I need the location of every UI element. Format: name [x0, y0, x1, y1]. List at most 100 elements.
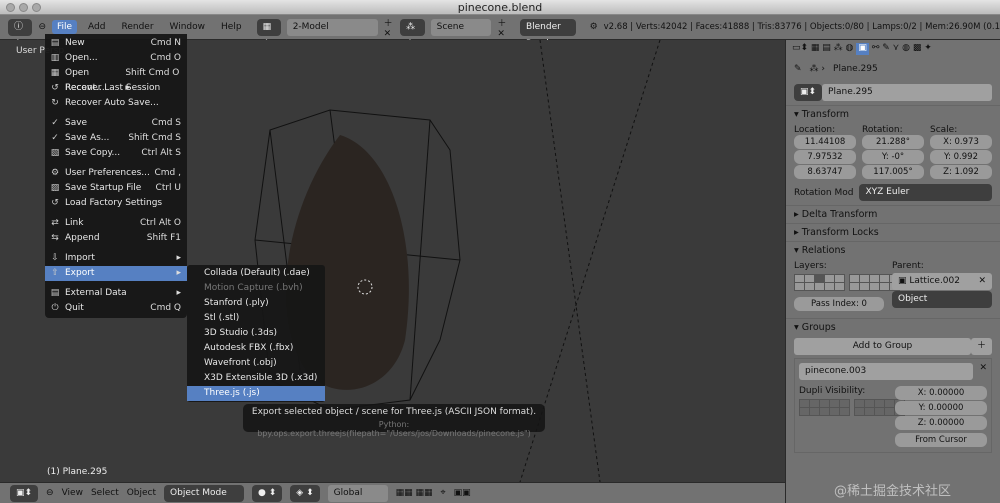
parent-field[interactable]: ▣ Lattice.002 ✕: [892, 273, 992, 290]
export_menu-item[interactable]: Collada (Default) (.dae): [187, 266, 325, 281]
screen-layout-field[interactable]: 2-Model: [286, 18, 378, 36]
dupli-offset-x[interactable]: X: 0.00000: [895, 386, 987, 400]
orientation-select[interactable]: Global: [327, 484, 388, 502]
editor-type-button[interactable]: ⓘ ⬍: [8, 18, 33, 49]
remove-group-icon[interactable]: ✕: [979, 363, 987, 380]
window-controls[interactable]: [6, 3, 41, 12]
export_menu-item[interactable]: Stl (.stl): [187, 311, 325, 326]
dupli-offset-y[interactable]: Y: 0.00000: [895, 401, 987, 415]
export_menu-item[interactable]: Stanford (.ply): [187, 296, 325, 311]
menu-view[interactable]: View: [62, 488, 83, 498]
menu-render[interactable]: Render: [116, 20, 158, 34]
file_menu-item[interactable]: ⚙ User Preferences... Cmd ,: [45, 166, 187, 181]
from-cursor-button[interactable]: From Cursor: [895, 433, 987, 447]
editor-type-button[interactable]: ▣⬍: [10, 484, 39, 502]
file_menu-item[interactable]: ⏻ Quit Cmd Q: [45, 301, 187, 316]
delta-transform-header[interactable]: ▸ Delta Transform: [786, 205, 1000, 223]
object-icon[interactable]: ▣⬍: [794, 84, 823, 101]
add-scene-button[interactable]: ＋✕: [497, 16, 508, 39]
location-z[interactable]: 8.63747: [794, 165, 856, 179]
file_menu-item[interactable]: ⇧ Export ▸: [45, 266, 187, 281]
file_menu-item[interactable]: ▤ External Data ▸: [45, 286, 187, 301]
scene-field[interactable]: Scene: [430, 18, 492, 36]
mode-select[interactable]: Object Mode: [164, 484, 245, 502]
pivot-select[interactable]: ◈ ⬍: [290, 484, 320, 502]
file_menu-item[interactable]: ↺ Load Factory Settings: [45, 196, 187, 211]
add-group-icon[interactable]: ＋: [970, 338, 992, 355]
groups-header[interactable]: ▾ Groups: [786, 318, 1000, 336]
add-to-group-button[interactable]: Add to Group: [794, 338, 971, 355]
menu-item-label: Save Copy...: [65, 148, 121, 158]
breadcrumb: ✎ ⁂ › Plane.295: [794, 64, 878, 74]
menu-item-label: Open...: [65, 53, 98, 63]
export_menu-item[interactable]: 3D Studio (.3ds): [187, 326, 325, 341]
add-screen-button[interactable]: ＋✕: [384, 16, 395, 39]
file_menu-item[interactable]: ↺ Recover Last Session: [45, 81, 187, 96]
transform-panel-header[interactable]: ▾ Transform: [786, 105, 1000, 123]
snap-icon[interactable]: ⌖: [441, 488, 446, 498]
menu-window[interactable]: Window: [165, 20, 211, 34]
menu-item-icon: ⇆: [51, 233, 59, 243]
render-engine-select[interactable]: Blender Render: [519, 18, 576, 49]
file_menu-item[interactable]: ⇩ Import ▸: [45, 251, 187, 266]
file_menu-item[interactable]: ▧ Save Copy... Ctrl Alt S: [45, 146, 187, 161]
relations-header[interactable]: ▾ Relations: [786, 241, 1000, 259]
rotation-mode-select[interactable]: XYZ Euler: [859, 184, 992, 201]
file_menu-item[interactable]: ▤ New Cmd N: [45, 36, 187, 51]
scale-label: Scale:: [930, 125, 958, 135]
dupli-layers-grid[interactable]: [799, 399, 905, 416]
menu-help[interactable]: Help: [216, 20, 247, 34]
group-name-field[interactable]: pinecone.003: [799, 363, 974, 380]
shading-select[interactable]: ● ⬍: [252, 484, 283, 502]
screen-layout-icon[interactable]: ▦ ⬍: [256, 18, 281, 49]
file_menu-item[interactable]: ✓ Save As... Shift Cmd S: [45, 131, 187, 146]
export_menu-item[interactable]: Autodesk FBX (.fbx): [187, 341, 325, 356]
dupli-offset-z[interactable]: Z: 0.00000: [895, 416, 987, 430]
stats-text: v2.68 | Verts:42042 | Faces:41888 | Tris…: [603, 22, 1000, 32]
file_menu-item[interactable]: ↻ Recover Auto Save...: [45, 96, 187, 111]
object-name-field[interactable]: Plane.295: [822, 84, 992, 101]
scale-y[interactable]: Y: 0.992: [930, 150, 992, 164]
pass-index-field[interactable]: Pass Index: 0: [794, 297, 884, 311]
export_menu-item[interactable]: X3D Extensible 3D (.x3d): [187, 371, 325, 386]
menu-item-shortcut: Shift Cmd S: [128, 133, 181, 143]
menu-item-icon: ↻: [51, 98, 59, 108]
tooltip-text: Export selected object / scene for Three…: [251, 407, 537, 417]
rotation-z[interactable]: 117.005°: [862, 165, 924, 179]
scale-x[interactable]: X: 0.973: [930, 135, 992, 149]
collapse-icon[interactable]: ⊖: [38, 22, 46, 32]
pin-icon[interactable]: ✎: [794, 64, 802, 74]
menu-item-icon: ▧: [50, 148, 60, 158]
file_menu-item[interactable]: ✓ Save Cmd S: [45, 116, 187, 131]
layers-icon[interactable]: ▦▦ ▦▦: [396, 488, 433, 498]
layers-grid[interactable]: [794, 274, 900, 291]
menu-select[interactable]: Select: [91, 488, 119, 498]
file-menu: ▤ New Cmd N ▥ Open... Cmd O ▦ Open Recent... Shi…: [45, 34, 187, 318]
file_menu-item[interactable]: ⇄ Link Ctrl Alt O: [45, 216, 187, 231]
rotation-y[interactable]: Y: -0°: [862, 150, 924, 164]
location-y[interactable]: 7.97532: [794, 150, 856, 164]
render-icon[interactable]: ▣▣: [454, 488, 471, 498]
watermark: @稀土掘金技术社区: [834, 484, 952, 499]
scale-z[interactable]: Z: 1.092: [930, 165, 992, 179]
file_menu-item[interactable]: ⇆ Append Shift F1: [45, 231, 187, 246]
export_menu-item[interactable]: Three.js (.js): [187, 386, 325, 401]
menu-item-shortcut: Shift Cmd O ▸: [125, 68, 180, 93]
export_menu-item[interactable]: Wavefront (.obj): [187, 356, 325, 371]
rotation-x[interactable]: 21.288°: [862, 135, 924, 149]
scene-icon[interactable]: ⁂ ⬍: [400, 18, 425, 49]
properties-tabs[interactable]: ▭⬍ ▦ ▤ ⁂ ◍ ▣ ⚯ ✎ ⋎ ◍ ▩ ✦: [786, 40, 1000, 58]
export_menu-item[interactable]: Motion Capture (.bvh): [187, 281, 325, 296]
properties-panel: ▭⬍ ▦ ▤ ⁂ ◍ ▣ ⚯ ✎ ⋎ ◍ ▩ ✦ ✎ ⁂ › Plane.295 ▣…: [785, 40, 1000, 503]
menu-object[interactable]: Object: [127, 488, 156, 498]
menu-add[interactable]: Add: [83, 20, 110, 34]
file_menu-item[interactable]: ▦ Open Recent... Shift Cmd O ▸: [45, 66, 187, 93]
collapse-icon[interactable]: ⊖: [46, 488, 54, 498]
menu-file[interactable]: File: [51, 20, 78, 34]
menu-item-shortcut: Cmd Q: [150, 303, 181, 313]
file_menu-item[interactable]: ▥ Open... Cmd O: [45, 51, 187, 66]
transform-locks-header[interactable]: ▸ Transform Locks: [786, 223, 1000, 241]
location-x[interactable]: 11.44108: [794, 135, 856, 149]
parent-type-select[interactable]: Object: [892, 291, 992, 308]
file_menu-item[interactable]: ▨ Save Startup File Ctrl U: [45, 181, 187, 196]
